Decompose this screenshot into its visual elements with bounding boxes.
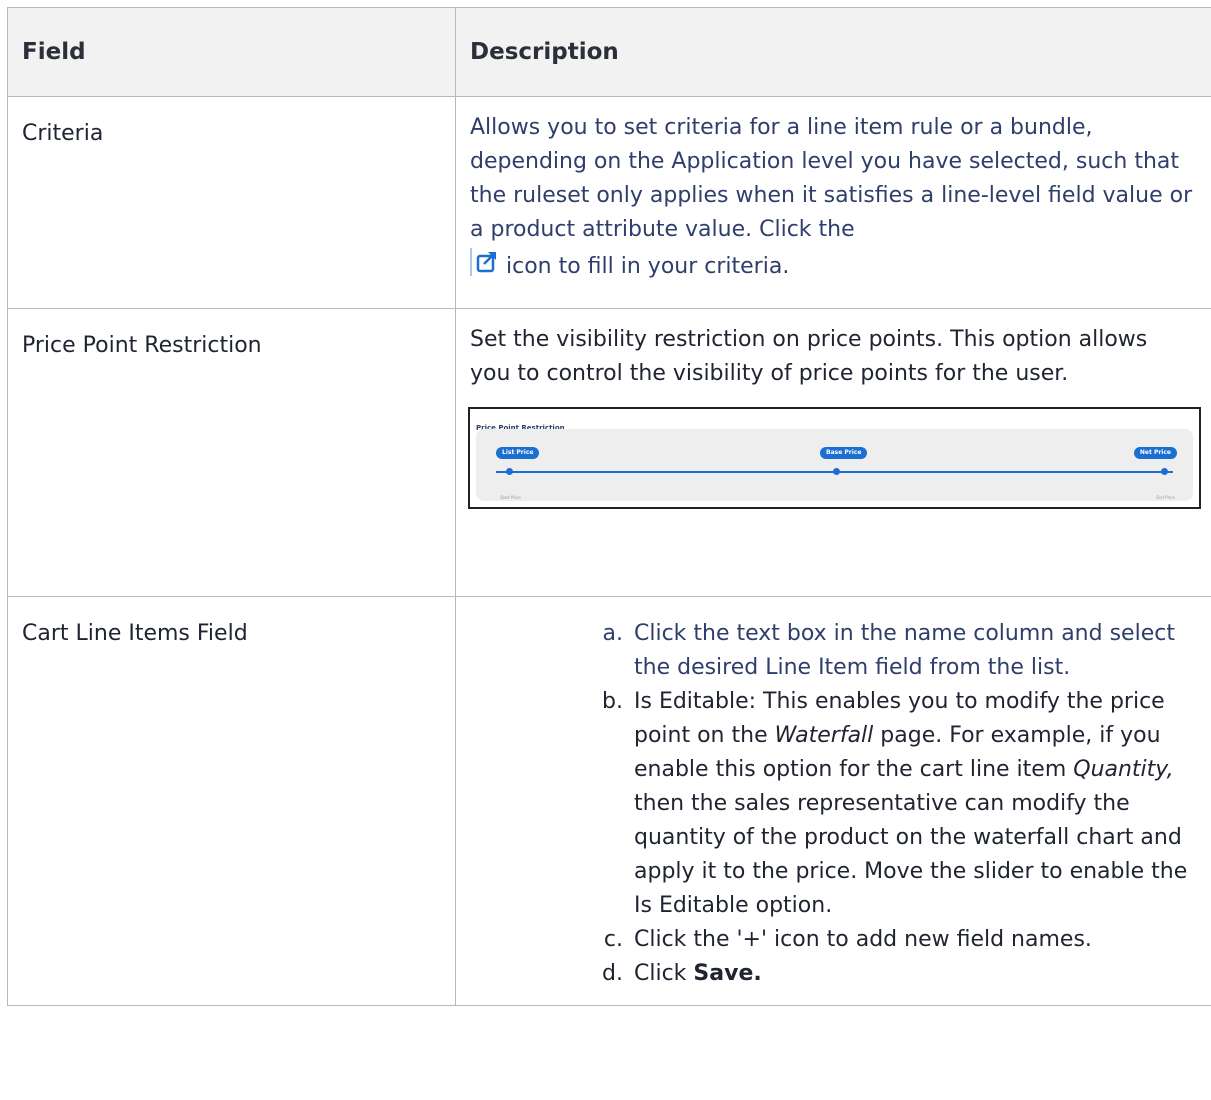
image-panel: List Price Base Price Net Price Start Pr… <box>476 429 1193 501</box>
field-cart: Cart Line Items Field <box>7 596 456 1006</box>
table-row-price-point: Price Point Restriction Set the visibili… <box>7 308 1211 597</box>
description-cart: Click the text box in the name column an… <box>455 596 1211 1006</box>
field-description-table: Field Description Criteria Allows you to… <box>7 7 1211 1006</box>
table-header-row: Field Description <box>7 7 1211 97</box>
price-point-restriction-image: Price Point Restriction List Price Base … <box>468 407 1201 509</box>
step-a: Click the text box in the name column an… <box>630 617 1194 685</box>
step-c: Click the '+' icon to add new field name… <box>630 923 1194 957</box>
step-b-text3: then the sales representative can modify… <box>634 791 1188 918</box>
pill-list-price: List Price <box>496 447 540 459</box>
external-link-icon[interactable] <box>470 247 500 277</box>
description-criteria: Allows you to set criteria for a line it… <box>455 96 1211 309</box>
step-d-text: Click <box>634 961 694 986</box>
slider-handle-end <box>1161 468 1168 475</box>
header-description: Description <box>455 7 1211 97</box>
slider-handle-start <box>506 468 513 475</box>
step-b-waterfall: Waterfall <box>774 723 874 748</box>
step-b-quantity: Quantity, <box>1073 757 1174 782</box>
criteria-text: Allows you to set criteria for a line it… <box>470 115 1193 242</box>
field-criteria: Criteria <box>7 96 456 309</box>
step-d-save: Save. <box>693 961 762 986</box>
header-field: Field <box>7 7 456 97</box>
criteria-text-end: icon to fill in your criteria. <box>506 254 790 279</box>
price-point-text: Set the visibility restriction on price … <box>470 327 1148 386</box>
pill-net-price: Net Price <box>1133 447 1177 459</box>
field-price-point: Price Point Restriction <box>7 308 456 597</box>
slider-handle-mid <box>833 468 840 475</box>
pill-base-price: Base Price <box>820 447 868 459</box>
table-row-criteria: Criteria Allows you to set criteria for … <box>7 96 1211 309</box>
table-row-cart: Cart Line Items Field Click the text box… <box>7 596 1211 1006</box>
description-price-point: Set the visibility restriction on price … <box>455 308 1211 597</box>
start-price-label: Start Price <box>500 495 521 500</box>
step-b: Is Editable: This enables you to modify … <box>630 685 1194 923</box>
steps-list: Click the text box in the name column an… <box>470 617 1194 991</box>
end-price-label: End Price <box>1156 495 1175 500</box>
step-d: Click Save. <box>630 957 1194 991</box>
